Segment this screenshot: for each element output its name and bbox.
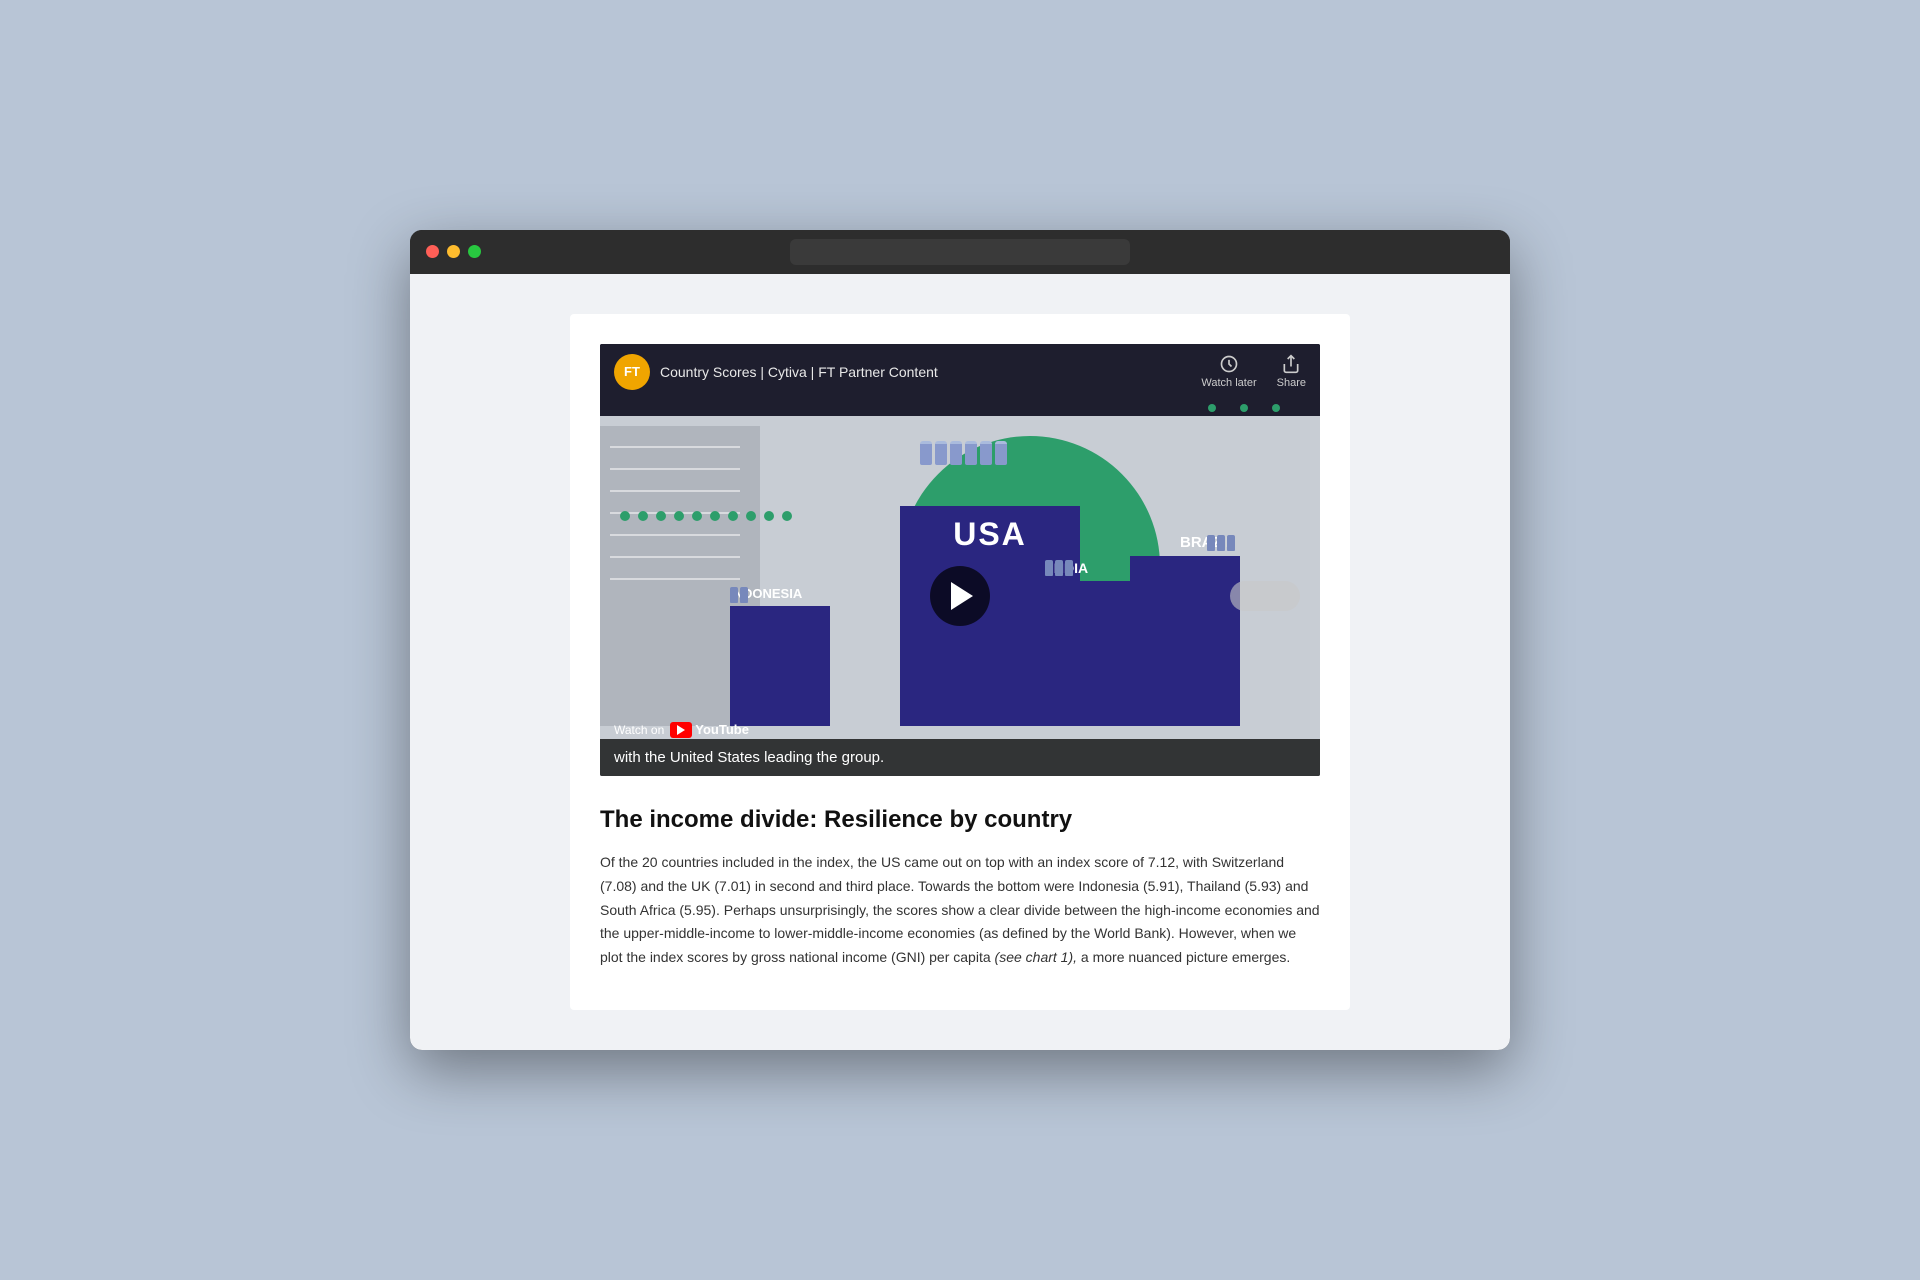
article-section: The income divide: Resilience by country… [600, 776, 1320, 970]
browser-window: FT Country Scores | Cytiva | FT Partner … [410, 230, 1510, 1050]
small-vial-3 [1065, 560, 1073, 576]
bar-brazil [1130, 556, 1240, 726]
video-subtitle: with the United States leading the group… [600, 739, 1320, 776]
play-button[interactable] [930, 566, 990, 626]
youtube-icon [670, 722, 692, 738]
video-container: FT Country Scores | Cytiva | FT Partner … [600, 344, 1320, 776]
green-dot-3 [656, 511, 666, 521]
vial-1 [920, 441, 932, 465]
dot-3 [1272, 404, 1280, 412]
small-vial-8 [740, 587, 748, 603]
green-dot-8 [746, 511, 756, 521]
small-vial-7 [730, 587, 738, 603]
video-thumbnail[interactable]: INDONESIA INDIA USA BRAZIL [600, 416, 1320, 776]
browser-content: FT Country Scores | Cytiva | FT Partner … [410, 274, 1510, 1050]
green-dot-4 [674, 511, 684, 521]
video-title: Country Scores | Cytiva | FT Partner Con… [660, 364, 938, 380]
youtube-play-triangle [677, 725, 685, 735]
vial-2 [935, 441, 947, 465]
small-vial-5 [1217, 535, 1225, 551]
small-vial-4 [1207, 535, 1215, 551]
small-vials-india [1045, 560, 1073, 576]
watch-on-youtube[interactable]: Watch on YouTube [614, 722, 749, 738]
article-body: Of the 20 countries included in the inde… [600, 851, 1320, 970]
dots-row [600, 400, 1320, 416]
vial-4 [965, 441, 977, 465]
article-body-italic: (see chart 1), [995, 949, 1077, 965]
green-dot-7 [728, 511, 738, 521]
video-header-controls: Watch later Share [1201, 354, 1306, 389]
youtube-logo: YouTube [670, 722, 749, 738]
share-icon [1281, 354, 1301, 374]
article-title: The income divide: Resilience by country [600, 804, 1320, 835]
vial-3 [950, 441, 962, 465]
subtitle-text: with the United States leading the group… [614, 749, 884, 766]
page-content: FT Country Scores | Cytiva | FT Partner … [570, 314, 1350, 1010]
watch-later-label: Watch later [1201, 377, 1256, 389]
vials-decoration [920, 441, 1007, 465]
green-dot-9 [764, 511, 774, 521]
green-dot-2 [638, 511, 648, 521]
close-button[interactable] [426, 245, 439, 258]
green-dot-10 [782, 511, 792, 521]
video-green-dots [620, 511, 792, 521]
small-vials-indonesia [730, 587, 748, 603]
watch-on-text: Watch on [614, 723, 664, 737]
small-vial-6 [1227, 535, 1235, 551]
maximize-button[interactable] [468, 245, 481, 258]
small-vial-2 [1055, 560, 1063, 576]
video-header: FT Country Scores | Cytiva | FT Partner … [600, 344, 1320, 400]
address-bar[interactable] [790, 239, 1130, 265]
bar-indonesia [730, 606, 830, 726]
minimize-button[interactable] [447, 245, 460, 258]
bar-usa-label: USA [953, 516, 1027, 553]
dot-2 [1240, 404, 1248, 412]
video-header-left: FT Country Scores | Cytiva | FT Partner … [614, 354, 938, 390]
share-button[interactable]: Share [1277, 354, 1306, 389]
green-dot-6 [710, 511, 720, 521]
dot-1 [1208, 404, 1216, 412]
green-dot-5 [692, 511, 702, 521]
share-label: Share [1277, 377, 1306, 389]
article-body-end: a more nuanced picture emerges. [1077, 949, 1290, 965]
browser-titlebar [410, 230, 1510, 274]
scroll-handle [1230, 581, 1300, 611]
small-vials-brazil [1207, 535, 1235, 551]
bar-usa: USA [900, 506, 1080, 726]
clock-icon [1219, 354, 1239, 374]
small-vial-1 [1045, 560, 1053, 576]
vial-6 [995, 441, 1007, 465]
vial-5 [980, 441, 992, 465]
play-icon [951, 582, 973, 610]
youtube-text: YouTube [695, 722, 749, 737]
chart-lines [610, 446, 740, 600]
watch-later-button[interactable]: Watch later [1201, 354, 1256, 389]
ft-logo: FT [614, 354, 650, 390]
green-dot-1 [620, 511, 630, 521]
